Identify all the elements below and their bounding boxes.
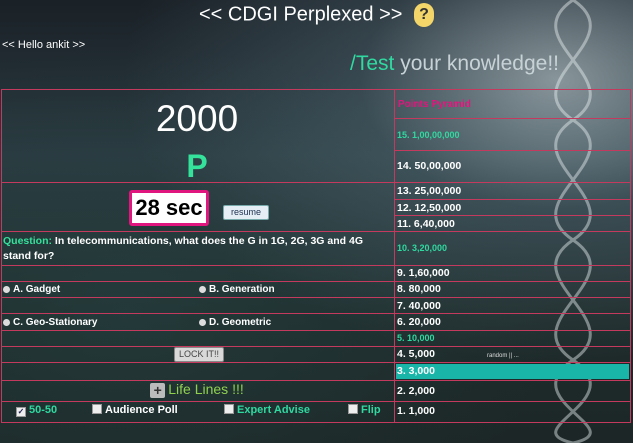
question: Question: In telecommunications, what do… xyxy=(3,234,388,264)
option-d-label: D. Geometric xyxy=(209,317,272,328)
lifeline-flip-label: Flip xyxy=(361,404,381,416)
option-a[interactable]: A. Gadget xyxy=(3,284,60,295)
option-c[interactable]: C. Geo-Stationary xyxy=(3,317,97,328)
lifeline-fifty[interactable]: ✓ 50-50 xyxy=(16,404,57,417)
option-b[interactable]: B. Generation xyxy=(199,284,275,295)
prize-level-1: 1. 1,000 xyxy=(397,405,435,417)
lifeline-flip[interactable]: Flip xyxy=(348,404,381,416)
checkbox-icon[interactable] xyxy=(224,404,234,414)
option-a-label: A. Gadget xyxy=(13,284,61,295)
greeting: << Hello ankit >> xyxy=(2,39,86,51)
prize-level-14: 14. 50,00,000 xyxy=(397,160,462,172)
prize-level-6: 6. 20,000 xyxy=(397,316,441,328)
prize-level-10: 10. 3,20,000 xyxy=(397,243,448,253)
question-label: Question: xyxy=(3,235,52,247)
prize-level-7: 7. 40,000 xyxy=(397,300,441,312)
background-watermark: random || ... xyxy=(487,353,519,359)
lifeline-fifty-label: 50-50 xyxy=(29,404,58,416)
prize-level-8: 8. 80,000 xyxy=(397,283,441,295)
checkbox-checked-icon[interactable]: ✓ xyxy=(16,407,26,417)
option-c-label: C. Geo-Stationary xyxy=(13,317,98,328)
lifeline-expert-label: Expert Advise xyxy=(237,404,310,416)
prize-level-4: 4. 5,000 xyxy=(397,348,435,360)
option-b-label: B. Generation xyxy=(209,284,275,295)
app-title: << CDGI Perplexed >> ? xyxy=(0,3,633,27)
checkbox-icon[interactable] xyxy=(348,404,358,414)
score: 2000 xyxy=(155,98,239,139)
prize-level-5: 5. 10,000 xyxy=(397,333,435,343)
radio-icon[interactable] xyxy=(199,286,206,293)
option-d[interactable]: D. Geometric xyxy=(199,317,271,328)
tagline: /Test your knowledge!! xyxy=(350,52,559,76)
lifelines-title: Life Lines !!! xyxy=(168,381,244,397)
help-icon[interactable]: ? xyxy=(414,3,434,27)
lifeline-audience-label: Audience Poll xyxy=(105,404,178,416)
lock-it-button[interactable]: LOCK IT!! xyxy=(174,347,224,362)
radio-icon[interactable] xyxy=(199,319,206,326)
lifeline-audience[interactable]: Audience Poll xyxy=(92,404,178,416)
plus-icon: + xyxy=(150,383,166,398)
pyramid-title: Points Pyramid xyxy=(398,99,471,110)
prize-level-11: 11. 6,40,000 xyxy=(397,218,455,230)
timer: 28 sec xyxy=(129,190,209,226)
tagline-rest: your knowledge!! xyxy=(394,52,559,75)
prize-level-12: 12. 12,50,000 xyxy=(397,202,462,214)
radio-icon[interactable] xyxy=(3,319,10,326)
app-title-text: << CDGI Perplexed >> xyxy=(198,3,403,26)
resume-button[interactable]: resume xyxy=(223,205,269,220)
prize-level-2: 2. 2,000 xyxy=(397,385,435,397)
radio-icon[interactable] xyxy=(3,286,10,293)
checkbox-icon[interactable] xyxy=(92,404,102,414)
prize-level-3: 3. 3,000 xyxy=(397,365,435,377)
lifeline-expert[interactable]: Expert Advise xyxy=(224,404,310,416)
tagline-accent: /Test xyxy=(350,52,395,75)
prize-level-9: 9. 1,60,000 xyxy=(397,267,450,279)
question-text: In telecommunications, what does the G i… xyxy=(3,235,363,262)
level-letter: P xyxy=(186,148,208,184)
lifelines-header: + Life Lines !!! xyxy=(0,381,394,398)
prize-level-13: 13. 25,00,000 xyxy=(397,185,462,197)
prize-level-15: 15. 1,00,00,000 xyxy=(397,130,460,140)
